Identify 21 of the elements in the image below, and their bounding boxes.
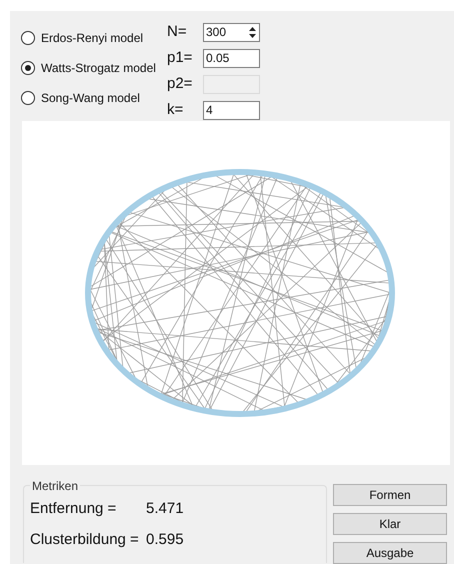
radio-button[interactable] — [21, 61, 35, 75]
action-button[interactable]: Formen — [333, 484, 447, 506]
metric-value: 0.595 — [146, 530, 184, 550]
radio-label[interactable]: Song-Wang model — [41, 89, 140, 107]
number-spinner[interactable]: 300 — [203, 22, 260, 42]
radio-label[interactable]: Erdos-Renyi model — [41, 29, 144, 47]
radio-label[interactable]: Watts-Strogatz model — [41, 59, 156, 77]
input-field[interactable]: 4 — [203, 100, 260, 120]
radio-button[interactable] — [21, 31, 35, 45]
parameter-label: p1= — [167, 48, 194, 68]
metric-value: 5.471 — [146, 499, 184, 519]
metric-label: Clusterbildung = — [30, 530, 140, 550]
spin-arrows-icon[interactable] — [248, 26, 257, 38]
metric-label: Entfernung = — [30, 499, 118, 519]
radio-button[interactable] — [21, 91, 35, 105]
parameter-label: k= — [167, 100, 184, 120]
action-button[interactable]: Ausgabe — [333, 542, 447, 564]
action-button[interactable]: Klar — [333, 513, 447, 535]
parameter-label: N= — [167, 22, 188, 42]
parameter-label: p2= — [167, 74, 194, 94]
input-field[interactable]: 0.05 — [203, 48, 260, 68]
